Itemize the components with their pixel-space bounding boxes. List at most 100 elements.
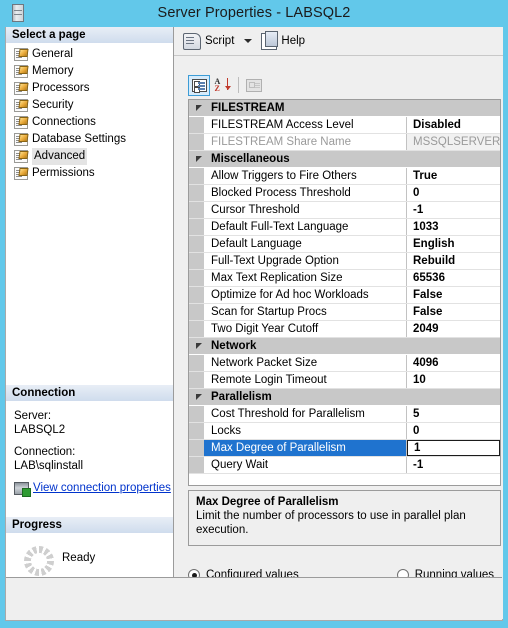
- connection-header: Connection: [6, 385, 173, 402]
- category-label: Parallelism: [211, 391, 272, 403]
- table-row[interactable]: Locks 0: [189, 423, 500, 440]
- property-value-editor[interactable]: 1: [407, 440, 500, 456]
- property-value[interactable]: True: [407, 168, 500, 184]
- sidebar-item-security[interactable]: Security: [6, 97, 173, 114]
- sidebar-item-label: Advanced: [32, 148, 88, 165]
- table-row[interactable]: Allow Triggers to Fire Others True: [189, 168, 500, 185]
- property-value[interactable]: 2049: [407, 321, 500, 337]
- property-name: Blocked Process Threshold: [204, 185, 407, 201]
- property-value[interactable]: False: [407, 304, 500, 320]
- property-grid[interactable]: FILESTREAM FILESTREAM Access Level Disab…: [188, 99, 501, 486]
- sidebar-item-label: Permissions: [32, 167, 95, 179]
- property-value: MSSQLSERVER: [407, 134, 500, 150]
- row-gutter: [189, 355, 204, 371]
- row-gutter: [189, 406, 204, 422]
- sidebar-item-general[interactable]: General: [6, 46, 173, 63]
- property-value[interactable]: English: [407, 236, 500, 252]
- table-row-selected[interactable]: Max Degree of Parallelism 1: [189, 440, 500, 457]
- category-row[interactable]: Parallelism: [189, 389, 500, 406]
- description-text: Limit the number of processors to use in…: [196, 510, 466, 536]
- help-label: Help: [281, 35, 306, 47]
- script-button[interactable]: Script: [183, 32, 235, 50]
- command-bar: Script Help: [174, 27, 503, 56]
- page-icon: [14, 116, 29, 129]
- sidebar-item-advanced[interactable]: Advanced: [6, 148, 173, 165]
- table-row[interactable]: Remote Login Timeout 10: [189, 372, 500, 389]
- alphabetical-view-button[interactable]: AZ: [211, 75, 233, 96]
- sidebar-item-database-settings[interactable]: Database Settings: [6, 131, 173, 148]
- table-row[interactable]: Query Wait -1: [189, 457, 500, 474]
- table-row[interactable]: Network Packet Size 4096: [189, 355, 500, 372]
- collapse-triangle-icon[interactable]: [196, 105, 202, 111]
- category-label: FILESTREAM: [211, 102, 285, 114]
- property-value[interactable]: -1: [407, 202, 500, 218]
- category-label: Miscellaneous: [211, 153, 290, 165]
- table-row[interactable]: Cost Threshold for Parallelism 5: [189, 406, 500, 423]
- page-icon: [14, 82, 29, 95]
- table-row[interactable]: Default Full-Text Language 1033: [189, 219, 500, 236]
- collapse-triangle-icon[interactable]: [196, 394, 202, 400]
- page-icon: [14, 133, 29, 146]
- sidebar-item-label: Processors: [32, 82, 90, 94]
- property-name: FILESTREAM Access Level: [204, 117, 407, 133]
- view-connection-properties-row[interactable]: View connection properties: [14, 481, 173, 497]
- row-gutter: [189, 253, 204, 269]
- categorized-icon: [191, 78, 207, 92]
- property-name: Scan for Startup Procs: [204, 304, 407, 320]
- left-pane: Select a page General Memory Processors …: [6, 27, 174, 600]
- sidebar-item-permissions[interactable]: Permissions: [6, 165, 173, 182]
- sidebar-item-processors[interactable]: Processors: [6, 80, 173, 97]
- property-value[interactable]: -1: [407, 457, 500, 473]
- property-value[interactable]: 0: [407, 185, 500, 201]
- category-row[interactable]: Miscellaneous: [189, 151, 500, 168]
- help-icon: [261, 30, 279, 50]
- table-row[interactable]: Max Text Replication Size 65536: [189, 270, 500, 287]
- progress-header: Progress: [6, 517, 173, 534]
- script-icon: [183, 32, 201, 50]
- sidebar-item-label: General: [32, 48, 73, 60]
- spinner-icon: [24, 546, 54, 576]
- page-icon: [14, 99, 29, 112]
- table-row[interactable]: FILESTREAM Access Level Disabled: [189, 117, 500, 134]
- server-label: Server:: [14, 410, 52, 422]
- row-gutter: [189, 219, 204, 235]
- row-gutter: [189, 134, 204, 150]
- category-row[interactable]: Network: [189, 338, 500, 355]
- table-row[interactable]: Cursor Threshold -1: [189, 202, 500, 219]
- property-name: Locks: [204, 423, 407, 439]
- table-row[interactable]: Scan for Startup Procs False: [189, 304, 500, 321]
- row-gutter: [189, 457, 204, 473]
- sidebar-item-memory[interactable]: Memory: [6, 63, 173, 80]
- sidebar-item-connections[interactable]: Connections: [6, 114, 173, 131]
- category-row[interactable]: FILESTREAM: [189, 100, 500, 117]
- property-name: Default Language: [204, 236, 407, 252]
- view-connection-properties-link[interactable]: View connection properties: [33, 481, 171, 495]
- collapse-triangle-icon[interactable]: [196, 156, 202, 162]
- property-value[interactable]: 65536: [407, 270, 500, 286]
- title-bar: Server Properties - LABSQL2: [0, 0, 508, 27]
- dialog-bottom-bar: [6, 577, 502, 619]
- table-row[interactable]: Optimize for Ad hoc Workloads False: [189, 287, 500, 304]
- property-value[interactable]: Rebuild: [407, 253, 500, 269]
- chevron-down-icon[interactable]: [244, 39, 253, 43]
- property-value[interactable]: 0: [407, 423, 500, 439]
- property-value[interactable]: 10: [407, 372, 500, 388]
- table-row[interactable]: Full-Text Upgrade Option Rebuild: [189, 253, 500, 270]
- table-row[interactable]: Two Digit Year Cutoff 2049: [189, 321, 500, 338]
- script-label: Script: [205, 35, 235, 47]
- table-row[interactable]: Default Language English: [189, 236, 500, 253]
- collapse-triangle-icon[interactable]: [196, 343, 202, 349]
- property-value[interactable]: Disabled: [407, 117, 500, 133]
- property-value[interactable]: False: [407, 287, 500, 303]
- property-value[interactable]: 1033: [407, 219, 500, 235]
- property-value[interactable]: 5: [407, 406, 500, 422]
- property-pages-button: [243, 75, 265, 96]
- toolbar-divider: [238, 77, 239, 93]
- page-list: General Memory Processors Security Conne…: [6, 44, 173, 182]
- categorized-view-button[interactable]: [188, 74, 210, 96]
- table-row[interactable]: Blocked Process Threshold 0: [189, 185, 500, 202]
- description-title: Max Degree of Parallelism: [196, 496, 339, 508]
- help-button[interactable]: Help: [261, 30, 306, 50]
- property-value[interactable]: 4096: [407, 355, 500, 371]
- property-name: Full-Text Upgrade Option: [204, 253, 407, 269]
